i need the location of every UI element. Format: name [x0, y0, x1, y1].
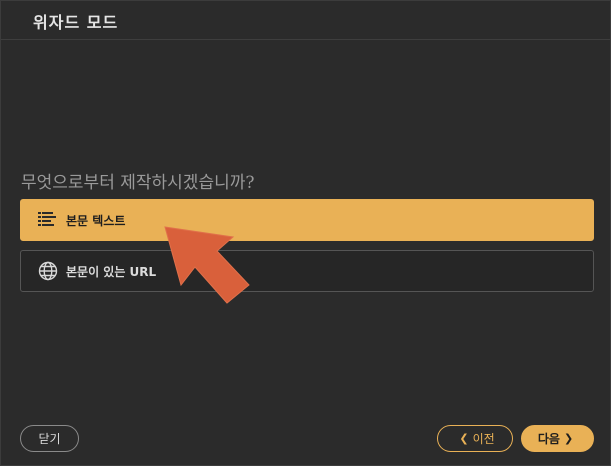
next-button[interactable]: 다음 ❯ — [521, 425, 594, 452]
close-button[interactable]: 닫기 — [20, 425, 79, 452]
dialog-title: 위자드 모드 — [33, 13, 119, 32]
source-question: 무엇으로부터 제작하시겠습니까? — [21, 173, 255, 193]
title-divider — [1, 39, 610, 40]
prev-button[interactable]: ❮ 이전 — [437, 425, 513, 452]
chevron-right-icon: ❯ — [563, 432, 574, 445]
close-button-label: 닫기 — [38, 432, 61, 446]
prev-button-label: 이전 — [472, 432, 495, 446]
next-button-label: 다음 — [537, 432, 560, 446]
option-body-text-label: 본문 텍스트 — [66, 213, 126, 228]
wizard-dialog: 위자드 모드 무엇으로부터 제작하시겠습니까? 본문 텍스트 본문이 있는 UR… — [0, 0, 611, 466]
globe-icon — [38, 261, 58, 281]
chevron-left-icon: ❮ — [459, 432, 469, 445]
text-lines-icon — [38, 210, 58, 230]
option-body-text[interactable]: 본문 텍스트 — [20, 199, 594, 241]
option-url-with-body[interactable]: 본문이 있는 URL — [20, 250, 594, 292]
option-url-label: 본문이 있는 URL — [66, 264, 157, 279]
